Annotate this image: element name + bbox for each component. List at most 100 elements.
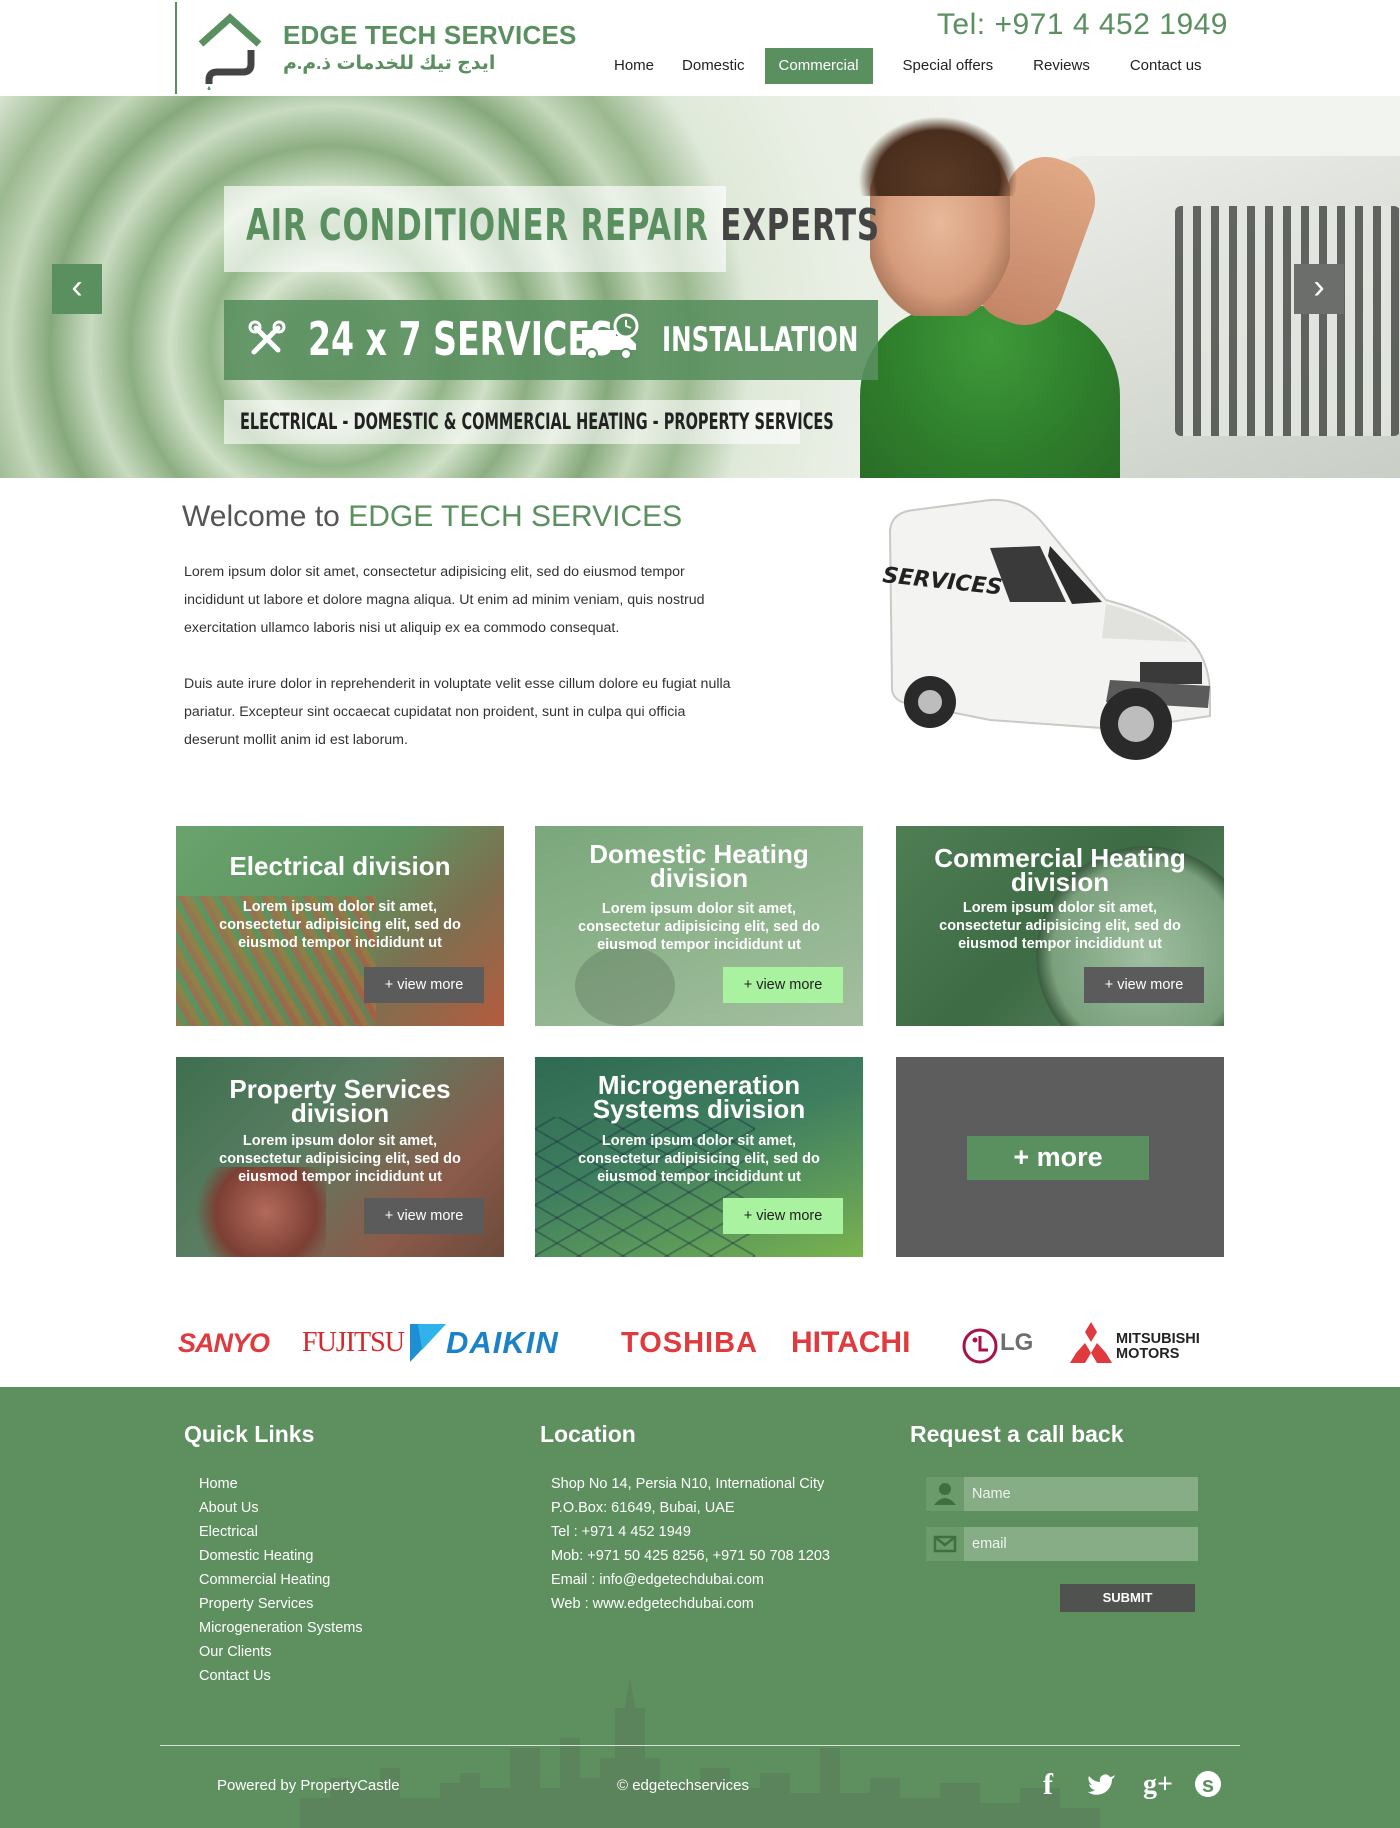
sanyo-logo: SANYO xyxy=(178,1328,270,1358)
chevron-left-icon: ‹ xyxy=(71,268,83,306)
facebook-icon[interactable]: f xyxy=(1030,1767,1066,1803)
tile-description: Lorem ipsum dolor sit amet, consectetur … xyxy=(545,1132,853,1186)
tile-desc-line: eiusmod tempor incididunt ut xyxy=(238,935,442,951)
footer-link-electrical[interactable]: Electrical xyxy=(199,1524,258,1540)
tile-title-line: division xyxy=(1010,867,1110,897)
delivery-truck-clock-icon xyxy=(582,313,639,360)
tile-desc-line: eiusmod tempor incididunt ut xyxy=(597,937,801,953)
footer-link-commercial-heating[interactable]: Commercial Heating xyxy=(199,1572,330,1588)
tile-desc-line: consectetur adipisicing elit, sed do xyxy=(578,919,820,935)
mitsubishi-logo-line2: MOTORS xyxy=(1116,1346,1180,1362)
hero-24x7-services: 24 x 7 SERVICES xyxy=(308,312,614,366)
footer-divider xyxy=(160,1745,1240,1746)
fujitsu-logo: FUJITSU xyxy=(302,1327,405,1358)
nav-reviews[interactable]: Reviews xyxy=(1019,48,1104,84)
tile-desc-line: consectetur adipisicing elit, sed do xyxy=(578,1151,820,1167)
footer-link-our-clients[interactable]: Our Clients xyxy=(199,1644,272,1660)
footer-link-microgeneration[interactable]: Microgeneration Systems xyxy=(199,1620,363,1636)
tile-desc-line: eiusmod tempor incididunt ut xyxy=(958,936,1162,952)
slider-next-button[interactable]: › xyxy=(1294,264,1344,314)
welcome-p1-line: incididunt ut labore et dolore magna ali… xyxy=(184,592,705,608)
slider-prev-button[interactable]: ‹ xyxy=(52,264,102,314)
domestic-heating-division-tile[interactable]: Domestic Heating division Lorem ipsum do… xyxy=(535,826,863,1026)
email-input[interactable] xyxy=(966,1527,1194,1561)
logo-arabic-title: ايدج تيك للخدمات ذ.م.م xyxy=(283,53,496,74)
footer-link-domestic-heating[interactable]: Domestic Heating xyxy=(199,1548,313,1564)
hero-installation: INSTALLATION xyxy=(662,320,859,360)
hero-title-green: AIR CONDITIONER REPAIR xyxy=(246,200,709,251)
tile-title: Electrical division xyxy=(176,851,504,881)
twitter-icon[interactable] xyxy=(1084,1767,1120,1803)
toshiba-logo: TOSHIBA xyxy=(621,1327,758,1359)
site-footer: Quick Links Location Request a call back… xyxy=(0,1387,1400,1828)
location-mobile: Mob: +971 50 425 8256, +971 50 708 1203 xyxy=(551,1548,830,1564)
tile-desc-line: Lorem ipsum dolor sit amet, xyxy=(601,901,797,917)
powered-by[interactable]: Powered by PropertyCastle xyxy=(217,1777,400,1794)
view-more-button[interactable]: + view more xyxy=(723,1198,843,1234)
location-tel: Tel : +971 4 452 1949 xyxy=(551,1524,691,1540)
nav-commercial[interactable]: Commercial xyxy=(764,48,873,84)
nav-domestic[interactable]: Domestic xyxy=(668,48,759,84)
welcome-p2-line: Duis aute irure dolor in reprehenderit i… xyxy=(184,676,731,692)
header-phone: Tel: +971 4 452 1949 xyxy=(936,8,1228,41)
microgeneration-division-tile[interactable]: Microgeneration Systems division Lorem i… xyxy=(535,1057,863,1257)
tile-desc-line: consectetur adipisicing elit, sed do xyxy=(219,917,461,933)
view-more-button[interactable]: + view more xyxy=(364,967,484,1003)
tile-title-line: division xyxy=(649,863,749,893)
logo[interactable]: EDGE TECH SERVICES ايدج تيك للخدمات ذ.م.… xyxy=(175,2,576,94)
view-more-button[interactable]: + view more xyxy=(1084,967,1204,1003)
tile-title-line: Electrical division xyxy=(229,851,451,881)
welcome-p1-line: Lorem ipsum dolor sit amet, consectetur … xyxy=(184,564,685,580)
welcome-paragraph-2: Duis aute irure dolor in reprehenderit i… xyxy=(184,670,824,754)
lg-face-icon xyxy=(962,1328,998,1364)
welcome-title: Welcome to EDGE TECH SERVICES xyxy=(182,500,682,534)
more-button[interactable]: + more xyxy=(967,1136,1149,1180)
nav-home[interactable]: Home xyxy=(600,48,668,84)
envelope-icon xyxy=(926,1527,964,1561)
tile-description: Lorem ipsum dolor sit amet, consectetur … xyxy=(545,900,853,954)
welcome-p1-line: exercitation ullamco laboris nisi ut ali… xyxy=(184,620,620,636)
copyright: © edgetechservices xyxy=(617,1777,749,1794)
nav-special-offers[interactable]: Special offers xyxy=(889,48,1008,84)
ac-grill-image xyxy=(1175,206,1400,436)
mitsubishi-logo: MITSUBISHI MOTORS xyxy=(1116,1332,1200,1362)
tile-title: Property Services division xyxy=(176,1076,504,1128)
skype-icon[interactable]: s xyxy=(1190,1767,1226,1803)
tile-desc-line: Lorem ipsum dolor sit amet, xyxy=(962,900,1158,916)
name-input[interactable] xyxy=(966,1477,1194,1511)
google-plus-icon[interactable]: g+ xyxy=(1140,1767,1176,1803)
user-icon xyxy=(926,1477,964,1511)
commercial-heating-division-tile[interactable]: Commercial Heating division Lorem ipsum … xyxy=(896,826,1224,1026)
tile-title-line: division xyxy=(290,1098,390,1128)
welcome-p2-line: deserunt mollit anim id est laborum. xyxy=(184,732,408,748)
logo-title: EDGE TECH SERVICES xyxy=(283,20,577,50)
footer-link-property-services[interactable]: Property Services xyxy=(199,1596,313,1612)
hero-title: AIR CONDITIONER REPAIR EXPERTS xyxy=(246,200,880,251)
property-services-division-tile[interactable]: Property Services division Lorem ipsum d… xyxy=(176,1057,504,1257)
nav-contact-us[interactable]: Contact us xyxy=(1116,48,1216,84)
footer-link-contact-us[interactable]: Contact Us xyxy=(199,1668,271,1684)
technician-image xyxy=(860,306,1120,478)
skype-letter: s xyxy=(1202,1772,1214,1797)
footer-link-about-us[interactable]: About Us xyxy=(199,1500,259,1516)
main-nav: Home Domestic Commercial Special offers … xyxy=(600,48,1216,84)
tile-desc-line: consectetur adipisicing elit, sed do xyxy=(219,1151,461,1167)
mitsubishi-logo-line1: MITSUBISHI xyxy=(1116,1331,1200,1347)
footer-link-home[interactable]: Home xyxy=(199,1476,238,1492)
daikin-logo: DAIKIN xyxy=(446,1325,559,1360)
view-more-button[interactable]: + view more xyxy=(364,1198,484,1234)
welcome-title-brand: EDGE TECH SERVICES xyxy=(348,500,683,533)
service-van-image: SERVICES xyxy=(881,498,1211,760)
tile-desc-line: eiusmod tempor incididunt ut xyxy=(597,1169,801,1185)
view-more-button[interactable]: + view more xyxy=(723,967,843,1003)
location-email: Email : info@edgetechdubai.com xyxy=(551,1572,765,1588)
city-skyline-image xyxy=(300,1678,1100,1828)
submit-button[interactable]: SUBMIT xyxy=(1060,1584,1195,1612)
site-header: EDGE TECH SERVICES ايدج تيك للخدمات ذ.م.… xyxy=(0,0,1400,96)
name-field xyxy=(926,1477,1198,1511)
chevron-right-icon: › xyxy=(1313,268,1325,306)
welcome-p2-line: pariatur. Excepteur sint occaecat cupida… xyxy=(184,704,686,720)
electrical-division-tile[interactable]: Electrical division Lorem ipsum dolor si… xyxy=(176,826,504,1026)
tile-title: Commercial Heating division xyxy=(896,845,1224,897)
tile-title-line: Systems division xyxy=(592,1094,806,1124)
